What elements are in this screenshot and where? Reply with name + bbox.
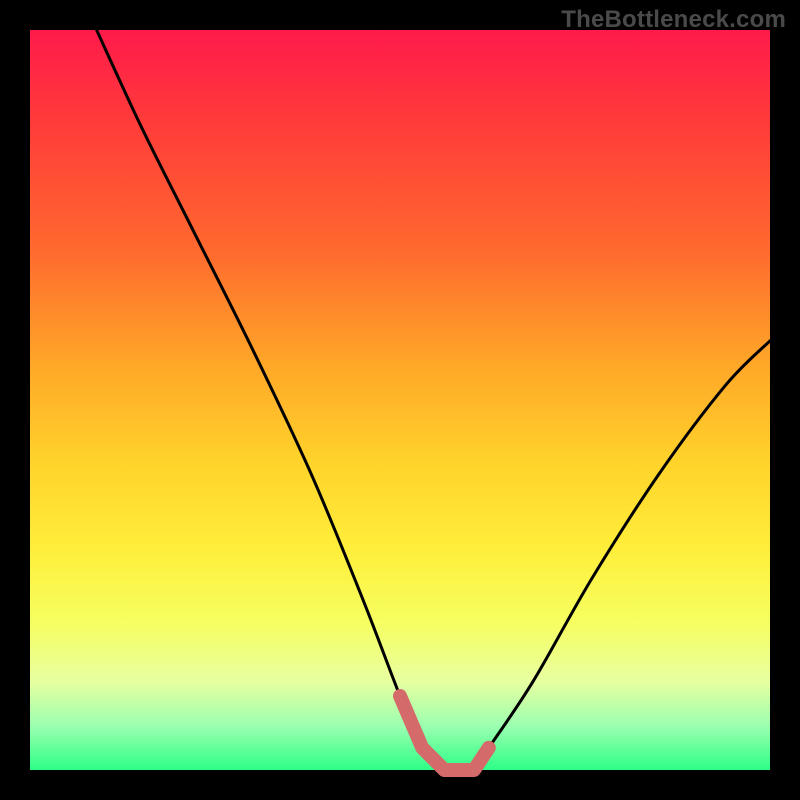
bottleneck-curve-path [97,30,770,773]
chart-svg [30,30,770,770]
optimal-range-path [400,696,489,770]
chart-frame: TheBottleneck.com [0,0,800,800]
plot-area [30,30,770,770]
